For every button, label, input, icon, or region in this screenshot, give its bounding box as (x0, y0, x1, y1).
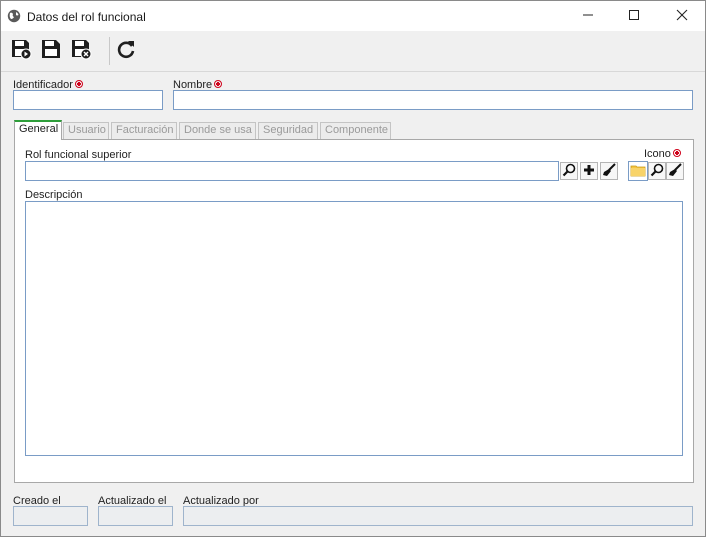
maximize-button[interactable] (611, 1, 657, 31)
nombre-input[interactable] (173, 90, 693, 110)
required-icon (214, 80, 223, 88)
creado-field (13, 506, 88, 526)
clear-icon-button[interactable] (666, 162, 684, 180)
save-close-button[interactable] (69, 38, 93, 62)
tab-componente[interactable]: Componente (320, 122, 391, 139)
tab-donde-se-usa[interactable]: Donde se usa (179, 122, 256, 139)
clear-rol-button[interactable] (600, 162, 618, 180)
actualizado-por-field (183, 506, 693, 526)
descripcion-label: Descripción (25, 189, 83, 201)
rol-superior-label: Rol funcional superior (25, 149, 132, 161)
tab-general[interactable]: General (14, 120, 62, 140)
plus-icon (583, 164, 595, 179)
broom-icon (602, 162, 616, 180)
save-icon (40, 38, 62, 63)
search-rol-button[interactable] (560, 162, 578, 180)
search-icon (650, 163, 664, 180)
broom-icon (668, 162, 682, 180)
rol-superior-input[interactable] (25, 161, 559, 181)
toolbar-separator (109, 37, 110, 65)
refresh-button[interactable] (114, 38, 138, 62)
search-icon (562, 163, 576, 180)
toolbar (1, 31, 705, 72)
save-button[interactable] (39, 38, 63, 62)
required-icon (74, 80, 83, 88)
add-rol-button[interactable] (580, 162, 598, 180)
dialog-window: Datos del rol funcional Identificador No… (0, 0, 706, 537)
save-new-icon (10, 38, 32, 63)
icon-preview[interactable] (628, 161, 648, 181)
folder-icon (630, 163, 646, 180)
tab-facturacion[interactable]: Facturación (111, 122, 177, 139)
identificador-input[interactable] (13, 90, 163, 110)
minimize-button[interactable] (565, 1, 611, 31)
title-bar: Datos del rol funcional (1, 1, 705, 31)
globe-icon (7, 9, 21, 23)
save-close-icon (70, 38, 92, 63)
required-icon (672, 149, 681, 157)
close-icon (676, 9, 688, 24)
window-title: Datos del rol funcional (27, 10, 146, 24)
icono-label: Icono (644, 148, 681, 160)
tab-usuario[interactable]: Usuario (63, 122, 109, 139)
refresh-icon (115, 38, 137, 63)
search-icon-button[interactable] (648, 162, 666, 180)
maximize-icon (628, 9, 640, 24)
actualizado-field (98, 506, 173, 526)
minimize-icon (582, 9, 594, 24)
tab-panel-general: Rol funcional superior Icono Descripción (14, 139, 694, 483)
tab-seguridad[interactable]: Seguridad (258, 122, 318, 139)
descripcion-textarea[interactable] (25, 201, 683, 456)
close-button[interactable] (659, 1, 705, 31)
save-new-button[interactable] (9, 38, 33, 62)
